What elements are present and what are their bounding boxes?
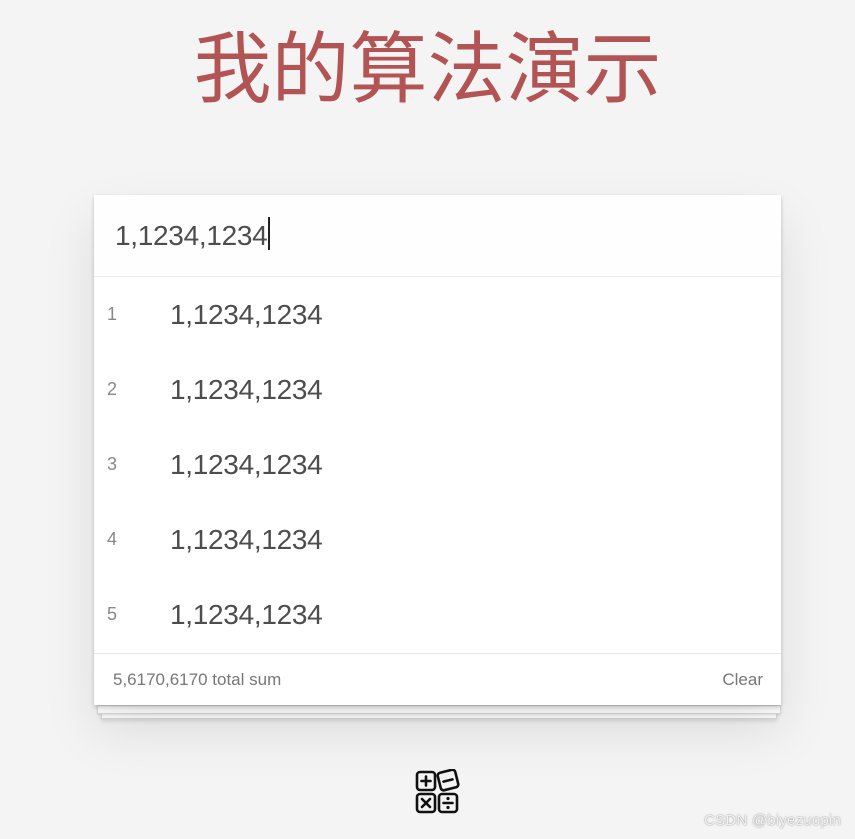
row-value[interactable]: 1,1234,1234 bbox=[170, 277, 323, 352]
total-sum-label: 5,6170,6170 total sum bbox=[113, 669, 282, 689]
row-index: 5 bbox=[107, 604, 118, 624]
clear-button[interactable]: Clear bbox=[722, 670, 763, 690]
entry-list: 1 1,1234,1234 2 1,1234,1234 3 1,1234,123… bbox=[94, 277, 781, 652]
card-stack-shadow-upper bbox=[97, 705, 781, 714]
page-title: 我的算法演示 bbox=[193, 25, 662, 115]
row-index: 3 bbox=[107, 454, 118, 474]
number-entry-field[interactable]: 1,1234,1234 bbox=[94, 195, 781, 277]
list-item[interactable]: 1 1,1234,1234 bbox=[94, 277, 781, 352]
watermark-text: CSDN @biyezuopin bbox=[704, 812, 841, 829]
list-item[interactable]: 5 1,1234,1234 bbox=[94, 577, 781, 652]
calculator-card: 1,1234,1234 1 1,1234,1234 2 1,1234,1234 … bbox=[94, 195, 781, 705]
card-footer: 5,6170,6170 total sum Clear bbox=[94, 653, 781, 705]
row-value[interactable]: 1,1234,1234 bbox=[170, 502, 323, 577]
row-value[interactable]: 1,1234,1234 bbox=[170, 352, 323, 427]
list-item[interactable]: 4 1,1234,1234 bbox=[94, 502, 781, 577]
row-index: 4 bbox=[107, 529, 118, 549]
row-value[interactable]: 1,1234,1234 bbox=[170, 427, 323, 502]
row-value[interactable]: 1,1234,1234 bbox=[170, 577, 323, 652]
calculator-icon[interactable] bbox=[415, 769, 461, 815]
number-entry-value[interactable]: 1,1234,1234 bbox=[115, 220, 268, 252]
list-item[interactable]: 3 1,1234,1234 bbox=[94, 427, 781, 502]
text-caret bbox=[268, 217, 270, 250]
row-index: 2 bbox=[107, 379, 118, 399]
row-index: 1 bbox=[107, 304, 118, 324]
list-item[interactable]: 2 1,1234,1234 bbox=[94, 352, 781, 427]
